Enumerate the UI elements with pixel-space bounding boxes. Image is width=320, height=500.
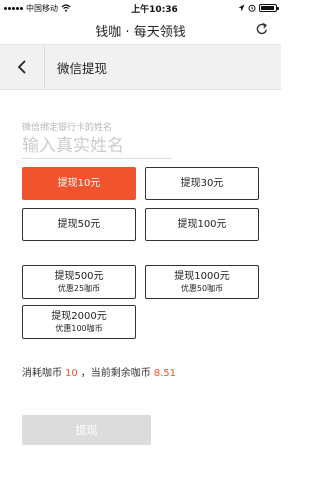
- status-time: 上午10:36: [131, 4, 178, 15]
- back-button[interactable]: [0, 45, 44, 89]
- alarm-icon: [248, 4, 256, 12]
- option-label: 提现30元: [180, 177, 224, 189]
- option-label: 提现500元: [54, 270, 104, 282]
- option-500[interactable]: 提现500元 优惠25咖币: [22, 265, 136, 299]
- status-left: 中国移动: [4, 3, 71, 14]
- app-title: 钱咖 · 每天领钱: [95, 24, 186, 40]
- option-note: 优惠50咖币: [180, 283, 224, 293]
- carrier-label: 中国移动: [26, 3, 58, 13]
- withdraw-button[interactable]: 提现: [22, 415, 151, 445]
- consume-prefix: 消耗咖币: [22, 368, 62, 379]
- option-1000[interactable]: 提现1000元 优惠50咖币: [145, 265, 259, 299]
- option-label: 提现2000元: [51, 310, 107, 322]
- app-bar: 钱咖 · 每天领钱: [0, 16, 281, 45]
- wifi-icon: [61, 4, 71, 12]
- option-10[interactable]: 提现10元: [22, 167, 136, 200]
- location-icon: [238, 4, 245, 12]
- reload-icon[interactable]: [255, 22, 269, 36]
- status-bar: 中国移动 上午10:36: [0, 0, 281, 16]
- option-label: 提现50元: [57, 218, 101, 230]
- name-input[interactable]: [22, 134, 172, 159]
- option-label: 提现1000元: [174, 270, 230, 282]
- consume-middle: ，当前剩余咖币: [80, 368, 151, 379]
- option-100[interactable]: 提现100元: [145, 208, 259, 241]
- chevron-left-icon: [18, 60, 26, 74]
- signal-icon: [4, 6, 23, 10]
- consume-cost: 10: [65, 368, 78, 379]
- option-30[interactable]: 提现30元: [145, 167, 259, 200]
- battery-icon: [259, 4, 279, 12]
- option-note: 优惠100咖币: [55, 323, 103, 333]
- option-50[interactable]: 提现50元: [22, 208, 136, 241]
- coin-consume-info: 消耗咖币 10 ，当前剩余咖币 8.51: [22, 364, 179, 379]
- option-label: 提现100元: [177, 218, 227, 230]
- option-2000[interactable]: 提现2000元 优惠100咖币: [22, 305, 136, 339]
- page-title: 微信提现: [57, 60, 108, 76]
- name-form: 微信绑定银行卡的姓名: [0, 123, 281, 159]
- option-label: 提现10元: [57, 177, 101, 189]
- name-field-label: 微信绑定银行卡的姓名: [22, 123, 113, 133]
- status-right: [238, 4, 279, 12]
- sub-header: 微信提现: [0, 45, 281, 90]
- coin-balance: 8.51: [153, 368, 176, 379]
- option-note: 优惠25咖币: [57, 283, 101, 293]
